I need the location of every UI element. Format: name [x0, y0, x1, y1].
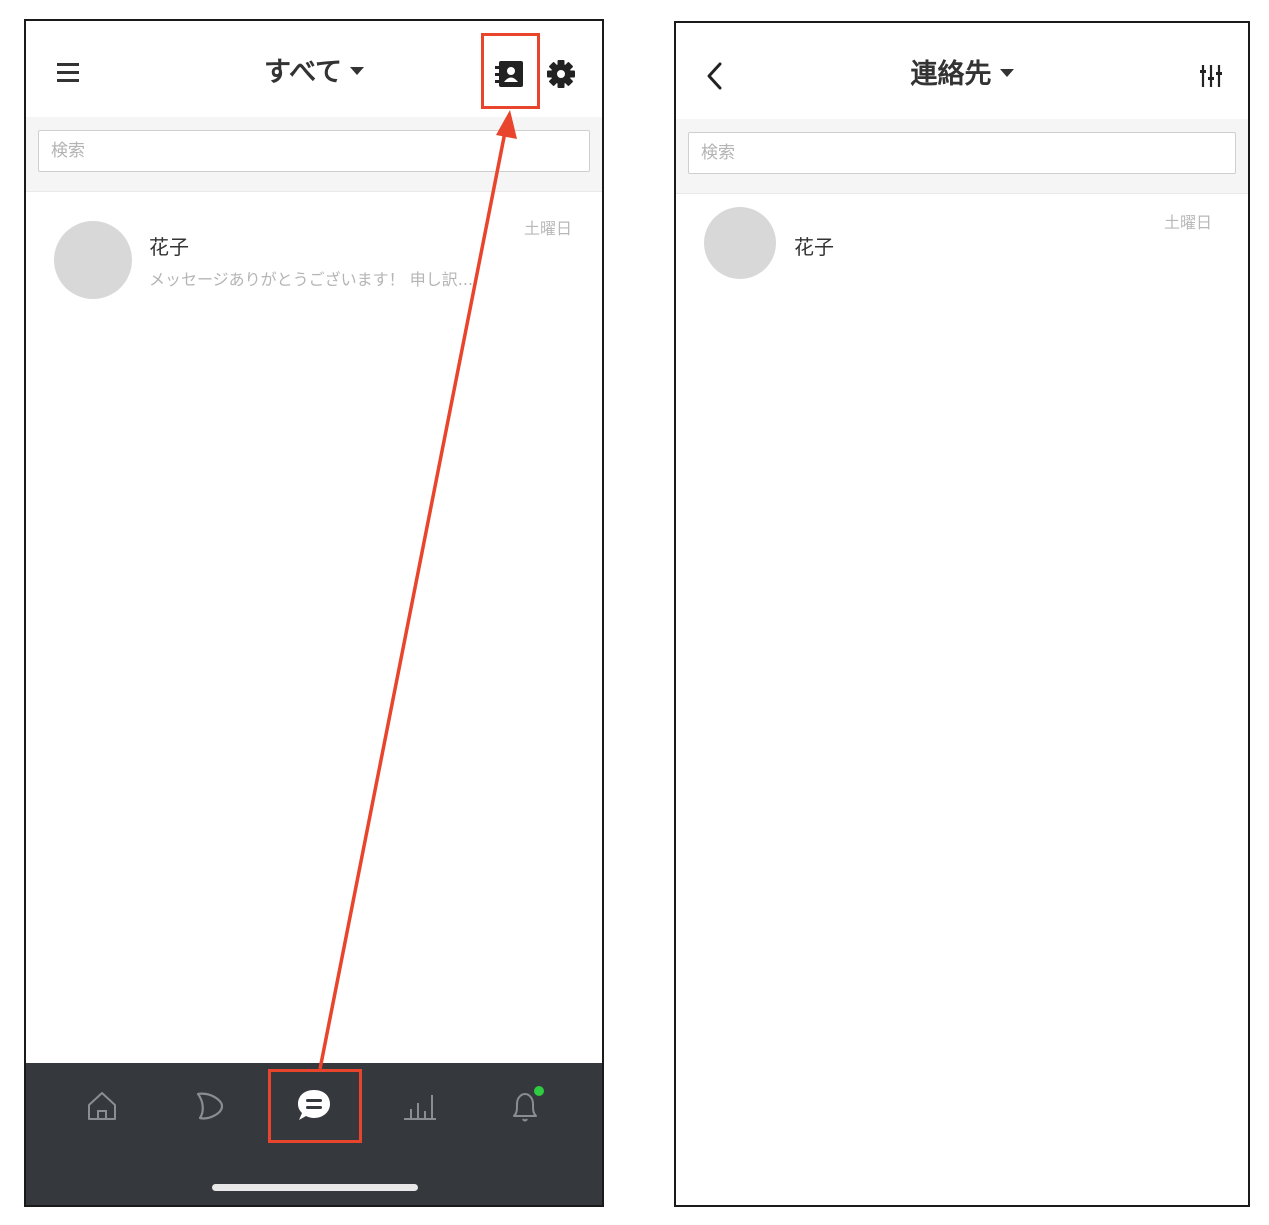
caret-down-icon [350, 66, 365, 75]
search-input[interactable] [688, 132, 1236, 174]
nav-home[interactable] [72, 1083, 132, 1129]
caret-down-icon [999, 68, 1014, 77]
filter-sliders-icon[interactable] [1196, 61, 1226, 91]
contact-name: 花子 [794, 235, 834, 259]
stats-icon [404, 1095, 436, 1120]
nav-notifications[interactable] [496, 1083, 556, 1129]
contact-date: 土曜日 [1163, 213, 1212, 232]
page-title: すべて [263, 57, 343, 88]
contact-name: 花子 [149, 235, 189, 259]
message-date: 土曜日 [523, 219, 572, 238]
home-icon [88, 1092, 116, 1120]
nav-play[interactable] [178, 1083, 238, 1129]
page-title: 連絡先 [910, 59, 992, 90]
contacts-dropdown[interactable]: 連絡先 [676, 23, 1248, 119]
chat-tab-highlight [268, 1069, 362, 1143]
gear-icon[interactable] [544, 57, 578, 91]
search-bar [26, 117, 602, 192]
messages-screen: すべて 検索 花子 メッセージありがとうございます！ 申し訳... 土曜日 [24, 19, 604, 1207]
contacts-screen: 連絡先 花子 土曜日 [674, 21, 1250, 1207]
search-bar [676, 119, 1248, 194]
contacts-button-highlight [481, 33, 540, 109]
home-indicator[interactable] [212, 1184, 418, 1191]
search-input[interactable] [38, 130, 590, 172]
contact-row[interactable]: 花子 土曜日 [676, 207, 1248, 307]
message-preview: メッセージありがとうございます！ 申し訳... [149, 270, 474, 289]
nav-stats[interactable] [390, 1083, 450, 1129]
avatar [704, 207, 776, 279]
bell-icon [513, 1086, 544, 1122]
top-bar: 連絡先 [676, 23, 1248, 120]
play-icon [196, 1092, 224, 1120]
avatar [54, 221, 132, 299]
conversation-row[interactable]: 花子 メッセージありがとうございます！ 申し訳... 土曜日 [26, 209, 602, 309]
